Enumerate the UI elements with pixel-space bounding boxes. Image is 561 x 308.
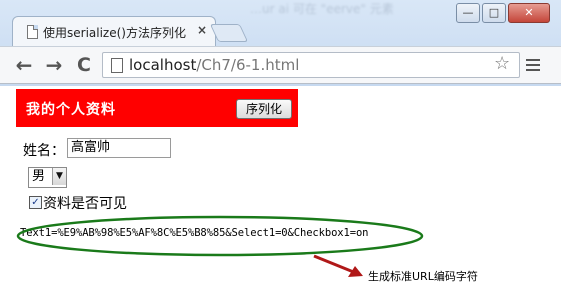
gender-selected-value: 男 [32,169,46,184]
page-title: 我的个人资料 [26,102,116,118]
serialized-result: Text1=%E9%AB%98%E5%AF%8C%E5%B8%85&Select… [20,227,369,239]
checkbox-label: 资料是否可见 [43,196,127,212]
back-arrow-icon[interactable]: ← [12,53,36,77]
menu-icon[interactable] [526,59,540,71]
window-minimize-button[interactable]: — [456,3,480,23]
url-path: /Ch7/6-1.html [196,56,300,74]
forward-arrow-icon[interactable]: → [42,53,66,77]
url-text: localhost/Ch7/6-1.html [129,55,299,75]
window-close-button[interactable]: ✕ [508,3,550,23]
chevron-down-icon[interactable]: ▼ [52,168,66,185]
browser-tab[interactable]: 使用serialize()方法序列化 × [12,16,216,47]
tab-title: 使用serialize()方法序列化 [43,26,186,40]
serialize-button[interactable]: 序列化 [236,99,292,119]
name-input[interactable] [67,138,171,158]
reload-icon[interactable]: C [72,53,96,77]
gender-select[interactable]: 男 ▼ [28,167,67,188]
profile-title-bar: 我的个人资料 序列化 [16,89,298,127]
address-bar[interactable]: localhost/Ch7/6-1.html [102,52,520,78]
browser-toolbar: ← → C localhost/Ch7/6-1.html ☆ [0,46,561,84]
url-host: localhost [129,56,197,74]
annotation-label: 生成标准URL编码字符 [368,270,478,283]
bookmark-star-icon[interactable]: ☆ [494,53,510,75]
window-maximize-button[interactable]: □ [482,3,506,23]
annotation-arrow [313,254,357,275]
document-icon [27,25,38,39]
arrowhead-icon [348,266,363,277]
checkmark-icon: ✓ [31,197,40,208]
background-window-text: …ur ai 可在 "eerve" 元素 [250,2,394,16]
name-label: 姓名： [23,143,65,159]
tab-close-icon[interactable]: × [197,23,207,37]
visible-checkbox[interactable]: ✓ [29,196,42,209]
page-icon [111,58,123,73]
